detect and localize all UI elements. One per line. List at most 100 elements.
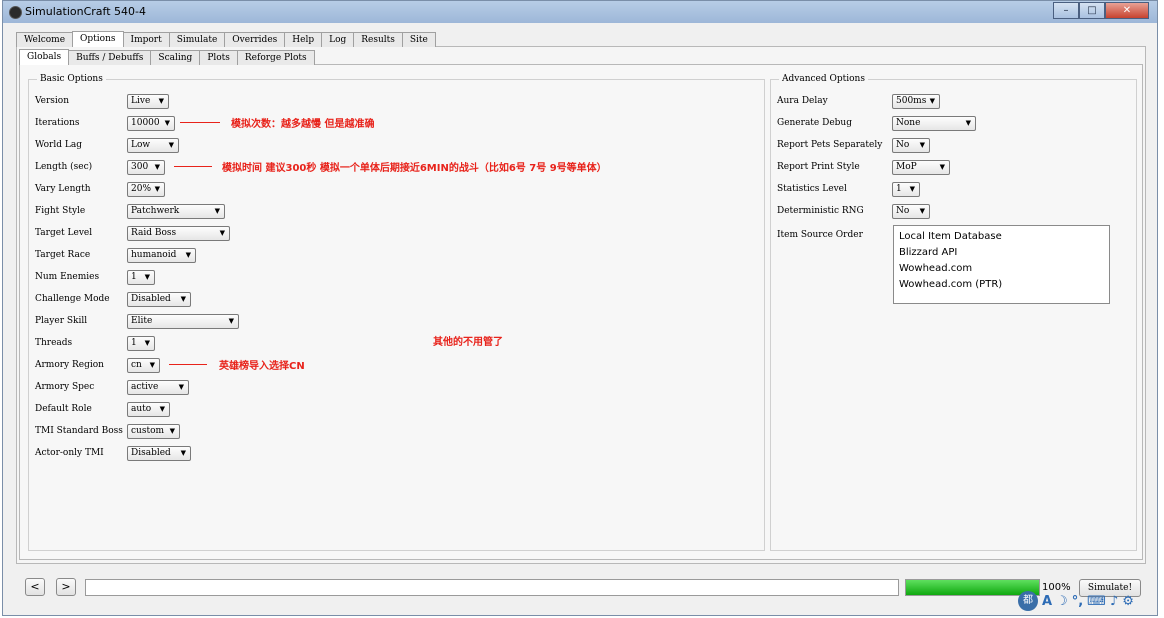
option-label: Challenge Mode xyxy=(35,294,110,304)
chevron-down-icon: ▼ xyxy=(158,97,164,105)
num-enemies-select[interactable]: 1 ▼ xyxy=(127,270,155,285)
chevron-down-icon: ▼ xyxy=(909,185,915,193)
option-label: TMI Standard Boss xyxy=(35,426,123,436)
list-item[interactable]: Blizzard API xyxy=(899,245,1104,261)
report-pets-select[interactable]: No ▼ xyxy=(892,138,930,153)
option-label: Actor-only TMI xyxy=(35,448,104,458)
generate-debug-select[interactable]: None ▼ xyxy=(892,116,976,131)
tab-site[interactable]: Site xyxy=(401,32,436,47)
armory-spec-select[interactable]: active ▼ xyxy=(127,380,189,395)
tab-options[interactable]: Options xyxy=(72,31,124,47)
option-label: World Lag xyxy=(35,140,82,150)
tab-help[interactable]: Help xyxy=(284,32,323,47)
player-skill-value: Elite xyxy=(131,316,153,326)
actor-only-tmi-select[interactable]: Disabled ▼ xyxy=(127,446,191,461)
vary-length-select[interactable]: 20% ▼ xyxy=(127,182,165,197)
option-label: Player Skill xyxy=(35,316,88,326)
target-level-select[interactable]: Raid Boss ▼ xyxy=(127,226,230,241)
annotation-iterations: 模拟次数：越多越慢 但是越准确 xyxy=(231,119,375,130)
threads-select[interactable]: 1 ▼ xyxy=(127,336,155,351)
option-label: Armory Region xyxy=(35,360,104,370)
num-enemies-value: 1 xyxy=(131,272,137,282)
close-button[interactable]: ✕ xyxy=(1105,2,1149,19)
option-label: Threads xyxy=(35,338,73,348)
fight-style-value: Patchwerk xyxy=(131,206,180,216)
chevron-down-icon: ▼ xyxy=(178,383,184,391)
deterministic-rng-select[interactable]: No ▼ xyxy=(892,204,930,219)
world-lag-select[interactable]: Low ▼ xyxy=(127,138,179,153)
keyboard-icon[interactable]: ⌨ xyxy=(1087,594,1106,609)
version-select[interactable]: Live ▼ xyxy=(127,94,169,109)
window-title: SimulationCraft 540-4 xyxy=(25,5,146,18)
chevron-down-icon: ▼ xyxy=(965,119,971,127)
minimize-button[interactable]: – xyxy=(1053,2,1079,19)
challenge-mode-value: Disabled xyxy=(131,294,171,304)
command-line-input[interactable] xyxy=(85,579,899,596)
chevron-down-icon: ▼ xyxy=(919,207,925,215)
punctuation-icon[interactable]: °, xyxy=(1072,594,1083,609)
list-item[interactable]: Wowhead.com xyxy=(899,261,1104,277)
chevron-down-icon: ▼ xyxy=(159,405,165,413)
tab-scaling[interactable]: Scaling xyxy=(150,50,201,65)
iterations-select[interactable]: 10000 ▼ xyxy=(127,116,175,131)
chevron-down-icon: ▼ xyxy=(169,427,175,435)
armory-region-value: cn xyxy=(131,360,142,370)
aura-delay-select[interactable]: 500ms ▼ xyxy=(892,94,940,109)
tab-simulate[interactable]: Simulate xyxy=(168,32,226,47)
ime-logo-icon[interactable]: 都 xyxy=(1018,591,1038,611)
moon-icon[interactable]: ☽ xyxy=(1056,594,1068,609)
chevron-down-icon: ▼ xyxy=(919,141,925,149)
version-value: Live xyxy=(131,96,151,106)
chevron-down-icon: ▼ xyxy=(939,163,945,171)
armory-region-select[interactable]: cn ▼ xyxy=(127,358,160,373)
option-label: Generate Debug xyxy=(777,118,852,128)
fight-style-select[interactable]: Patchwerk ▼ xyxy=(127,204,225,219)
list-item[interactable]: Wowhead.com (PTR) xyxy=(899,277,1104,293)
target-level-value: Raid Boss xyxy=(131,228,177,238)
chevron-down-icon: ▼ xyxy=(180,449,186,457)
default-role-select[interactable]: auto ▼ xyxy=(127,402,170,417)
default-role-value: auto xyxy=(131,404,152,414)
chevron-down-icon: ▼ xyxy=(168,141,174,149)
option-label: Deterministic RNG xyxy=(777,206,864,216)
tab-overrides[interactable]: Overrides xyxy=(224,32,286,47)
ime-toolbar: 都 A ☽ °, ⌨ ♪ ⚙ xyxy=(1018,589,1158,613)
chevron-down-icon: ▼ xyxy=(228,317,234,325)
report-print-style-select[interactable]: MoP ▼ xyxy=(892,160,950,175)
chevron-down-icon: ▼ xyxy=(154,163,160,171)
gear-icon[interactable]: ⚙ xyxy=(1122,594,1134,609)
option-label: Version xyxy=(35,96,70,106)
tab-import[interactable]: Import xyxy=(122,32,170,47)
sub-tab-bar: Globals Buffs / Debuffs Scaling Plots Re… xyxy=(19,49,315,66)
microphone-icon[interactable]: ♪ xyxy=(1110,594,1118,609)
annotation-line xyxy=(180,122,220,123)
tmi-standard-boss-select[interactable]: custom ▼ xyxy=(127,424,180,439)
length-select[interactable]: 300 ▼ xyxy=(127,160,165,175)
bottom-bar: < > 100% Simulate! xyxy=(16,574,1146,604)
tab-plots[interactable]: Plots xyxy=(199,50,238,65)
tab-buffs-debuffs[interactable]: Buffs / Debuffs xyxy=(68,50,152,65)
ime-mode-icon[interactable]: A xyxy=(1042,594,1052,609)
deterministic-rng-value: No xyxy=(896,206,910,216)
challenge-mode-select[interactable]: Disabled ▼ xyxy=(127,292,191,307)
tab-reforge-plots[interactable]: Reforge Plots xyxy=(236,50,315,65)
option-label: Target Level xyxy=(35,228,93,238)
chevron-down-icon: ▼ xyxy=(144,339,150,347)
tab-log[interactable]: Log xyxy=(321,32,355,47)
item-source-list[interactable]: Local Item Database Blizzard API Wowhead… xyxy=(893,225,1110,304)
tab-globals[interactable]: Globals xyxy=(19,49,70,65)
statistics-level-select[interactable]: 1 ▼ xyxy=(892,182,920,197)
list-item[interactable]: Local Item Database xyxy=(899,229,1104,245)
annotation-length: 模拟时间 建议300秒 模拟一个单体后期接近6MIN的战斗（比如6号 7号 9号… xyxy=(222,163,607,174)
back-button[interactable]: < xyxy=(25,578,45,596)
report-print-style-value: MoP xyxy=(896,162,917,172)
tab-results[interactable]: Results xyxy=(353,32,403,47)
chevron-down-icon: ▼ xyxy=(154,185,160,193)
target-race-select[interactable]: humanoid ▼ xyxy=(127,248,196,263)
report-pets-value: No xyxy=(896,140,910,150)
maximize-button[interactable]: □ xyxy=(1079,2,1105,19)
tab-welcome[interactable]: Welcome xyxy=(16,32,74,47)
player-skill-select[interactable]: Elite ▼ xyxy=(127,314,239,329)
title-bar: SimulationCraft 540-4 – □ ✕ xyxy=(3,1,1157,23)
forward-button[interactable]: > xyxy=(56,578,76,596)
